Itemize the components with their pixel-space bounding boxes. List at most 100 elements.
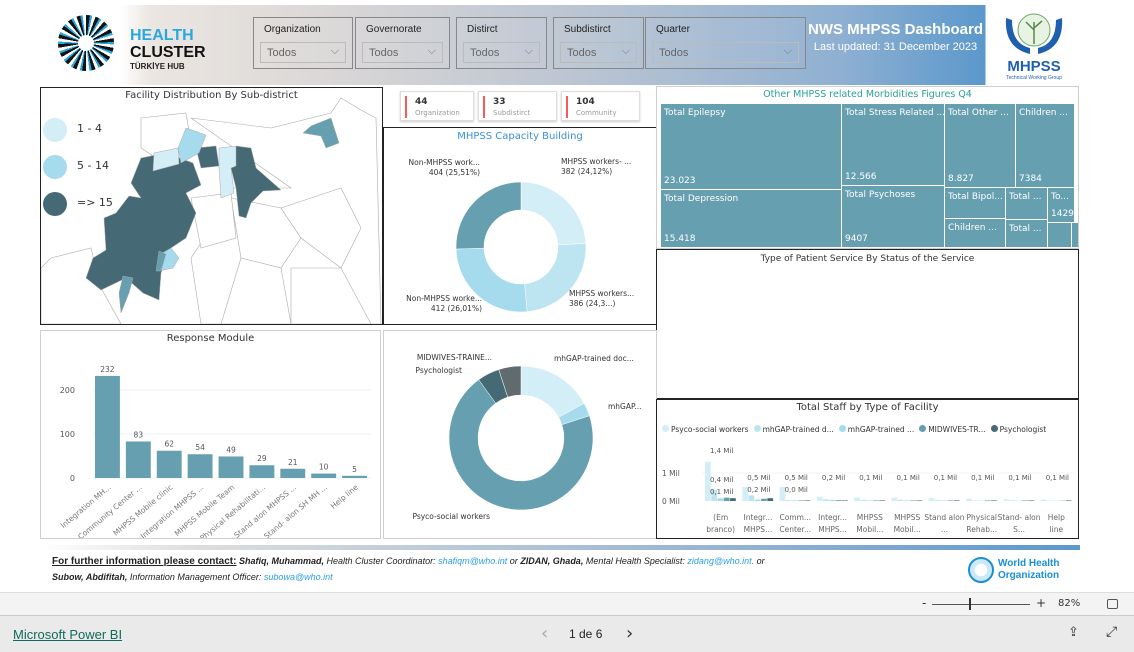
mhpss-logo: MHPSS Technical Working Group	[990, 8, 1078, 83]
power-bi-link[interactable]: Microsoft Power BI	[13, 627, 122, 642]
x-tick-label: Integration MH...	[59, 483, 113, 530]
dropdown-value: Todos	[659, 47, 689, 59]
staff-facility-panel: Total Staff by Type of Facility Psyco-so…	[656, 399, 1079, 539]
y-tick-label: 200	[60, 386, 75, 395]
zoom-slider-thumb[interactable]	[969, 598, 971, 610]
bar	[866, 500, 873, 501]
slice-value-label: 404 (25,51%)	[429, 168, 480, 177]
x-tick-label: Integr...	[744, 513, 773, 522]
dropdown-value: Todos	[369, 47, 399, 59]
bar	[125, 441, 151, 478]
slice-label: Non-MHPSS work...	[409, 158, 481, 167]
treemap-cell[interactable]	[1048, 223, 1071, 247]
x-tick-label: Rehab...	[966, 525, 997, 534]
contact-email[interactable]: shafiqm@who.int	[438, 556, 507, 566]
fit-to-page-icon[interactable]	[1107, 599, 1118, 609]
who-text: World Health	[998, 558, 1060, 569]
x-tick-label: line	[1050, 525, 1064, 534]
treemap-label: To...	[1051, 192, 1069, 202]
page-indicator: 1 de 6	[569, 627, 603, 641]
bar-value-label: 10	[319, 463, 329, 472]
contact-email[interactable]: subowa@who.int	[264, 572, 333, 582]
treemap-cell[interactable]: Total Depression 15.418	[661, 190, 841, 247]
organization-dropdown[interactable]: Todos ⌵	[260, 42, 346, 63]
x-tick-label: branco)	[706, 525, 735, 534]
treemap-value: 8.827	[948, 174, 974, 184]
slicer-district: Distirct Todos ⌵	[456, 17, 547, 69]
fullscreen-icon[interactable]: ⤢	[1106, 624, 1117, 640]
treemap-label: Total Bipol...	[948, 192, 1003, 202]
treemap-cell[interactable]: Total Epilepsy 23.023	[661, 104, 841, 189]
slice-value-label: 412 (26,01%)	[431, 304, 482, 313]
bar	[947, 500, 954, 501]
treemap-cell[interactable]: Children ...	[945, 219, 1005, 247]
slicer-governorate: Governorate Todos ⌵	[355, 17, 450, 69]
zoom-in-button[interactable]: +	[1036, 596, 1046, 610]
bar	[1009, 500, 1016, 501]
x-tick-label: Mobil...	[856, 525, 883, 534]
mhpss-logo-subtext: Technical Working Group	[1006, 75, 1062, 81]
x-tick-label: Physical	[966, 513, 997, 522]
bar	[879, 500, 885, 501]
slice-value-label: 386 (24,3...)	[569, 299, 615, 308]
contact-role: Health Cluster Coordinator:	[326, 556, 436, 566]
slicer-label: Organization	[264, 24, 321, 35]
treemap-cell[interactable]: Total Stress Related ... 12.566	[842, 104, 944, 185]
bar	[953, 500, 960, 501]
previous-page-button[interactable]: ‹	[541, 623, 548, 644]
bar	[792, 500, 798, 501]
treemap-cell[interactable]: Total Bipol...	[945, 188, 1005, 218]
treemap-cell[interactable]: Total ...	[1006, 188, 1047, 219]
treemap-label: Children ...	[1019, 108, 1068, 118]
footer-divider	[40, 545, 1080, 550]
dashboard-title: NWS MHPSS Dashboard	[807, 21, 984, 38]
legend-swatch	[43, 192, 67, 216]
contact-email[interactable]: zidang@who.int.	[687, 556, 754, 566]
mhpss-logo-text: MHPSS	[1007, 58, 1061, 75]
contact-line-2: Subow, Abdifitah, Information Management…	[52, 572, 333, 582]
data-label: 0,0 Mil	[785, 486, 808, 494]
slicer-label: Subdistirct	[564, 24, 611, 35]
zoom-slider[interactable]	[932, 604, 1030, 605]
treemap-cell[interactable]: Total ...	[1006, 220, 1047, 247]
quarter-dropdown[interactable]: Todos ⌵	[652, 42, 799, 63]
bar	[280, 468, 306, 478]
slicer-subdistrict: Subdistirct Todos ⌵	[553, 17, 644, 69]
treemap-cell[interactable]: Total Other ... 8.827	[945, 104, 1015, 187]
bar	[767, 498, 774, 501]
or-text: or	[756, 556, 765, 566]
y-tick-label: 100	[60, 430, 75, 439]
subdistrict-dropdown[interactable]: Todos ⌵	[560, 42, 637, 63]
treemap-cell[interactable]: Total Psychoses 9407	[842, 186, 944, 247]
dropdown-value: Todos	[267, 47, 297, 59]
district-dropdown[interactable]: Todos ⌵	[463, 42, 540, 63]
treemap-value: 23.023	[664, 176, 696, 186]
slice-label: MHPSS workers...	[569, 289, 634, 298]
dropdown-value: Todos	[567, 47, 597, 59]
bar-value-label: 29	[257, 454, 267, 463]
governorate-dropdown[interactable]: Todos ⌵	[362, 42, 443, 63]
treemap-cell[interactable]: To... 1429	[1048, 188, 1074, 222]
treemap-label: Total Stress Related ...	[845, 108, 944, 118]
contact-name: Shafiq, Muhammad,	[238, 556, 324, 566]
bar-value-label: 21	[288, 458, 298, 467]
data-label: 0,1 Mil	[859, 474, 882, 482]
share-icon[interactable]: ⇪	[1068, 625, 1079, 640]
data-label: 0,1 Mil	[971, 474, 994, 482]
morbidities-title: Other MHPSS related Morbidities Figures …	[763, 89, 972, 100]
bar	[860, 499, 867, 501]
zoom-out-button[interactable]: -	[922, 596, 926, 610]
bar	[829, 499, 836, 501]
map-region-high[interactable]	[85, 152, 202, 301]
bar	[904, 500, 910, 501]
legend-label: => 15	[77, 196, 113, 209]
data-label: 0,1 Mil	[897, 474, 920, 482]
bar	[835, 500, 842, 501]
bar	[95, 375, 120, 478]
bar	[249, 465, 275, 478]
treemap-cell[interactable]: Children ... 7384	[1016, 104, 1074, 187]
bar	[342, 475, 367, 478]
treemap-cell[interactable]	[1072, 223, 1078, 247]
next-page-button[interactable]: ›	[626, 623, 633, 644]
map-region-mid[interactable]	[118, 275, 134, 314]
